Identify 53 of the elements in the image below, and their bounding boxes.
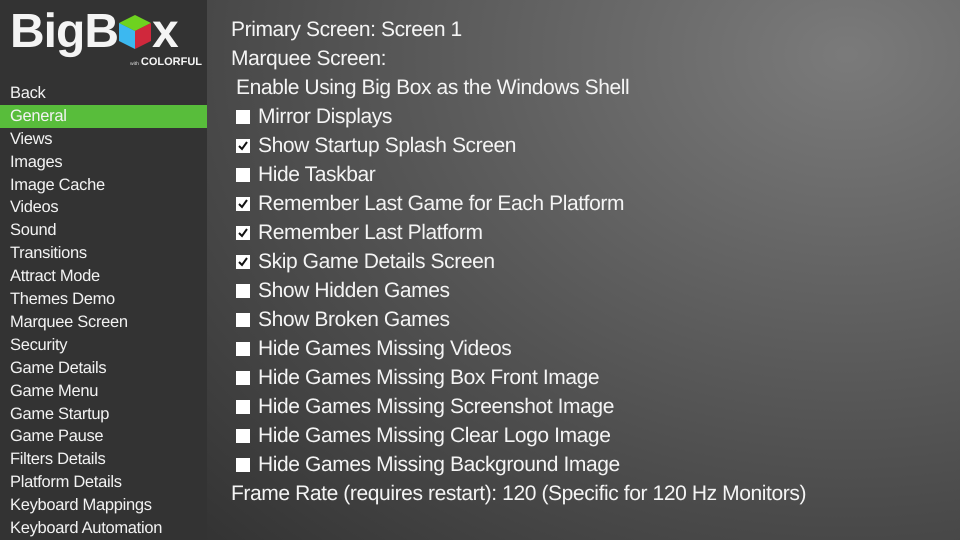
menu-item[interactable]: Videos [0,196,207,220]
menu-item[interactable]: Image Cache [0,174,207,196]
menu-item[interactable]: Security [0,334,207,357]
menu-item[interactable]: Images [0,150,207,174]
checkbox[interactable] [236,138,250,152]
menu-item[interactable]: Themes Demo [0,288,207,311]
menu-item[interactable]: Transitions [0,242,207,266]
menu-item[interactable]: Game Pause [0,425,207,448]
checkbox[interactable] [236,342,250,356]
checkbox-label[interactable]: Hide Games Missing Background Image [258,450,620,479]
checkbox-label[interactable]: Hide Games Missing Box Front Image [258,363,600,392]
checkbox-label[interactable]: Skip Game Details Screen [258,247,495,276]
menu-item[interactable]: Keyboard Automation [0,517,207,540]
checkbox[interactable] [236,168,250,182]
checkbox-label[interactable]: Remember Last Game for Each Platform [258,189,624,218]
checkbox[interactable] [236,428,250,442]
menu-item[interactable]: Attract Mode [0,265,207,288]
menu-item[interactable]: Game Startup [0,402,207,426]
checkbox[interactable] [236,196,250,210]
logo-tagline: COLORFUL [140,55,202,70]
menu-item[interactable]: Game Menu [0,380,207,403]
setting-text[interactable]: Marquee Screen: [231,44,960,73]
menu-item[interactable]: Sound [0,219,207,242]
checkbox[interactable] [236,254,250,268]
checkbox-label[interactable]: Hide Taskbar [258,160,376,189]
checkbox[interactable] [236,284,250,298]
menu-item[interactable]: Views [0,128,207,151]
checkbox[interactable] [236,370,250,384]
checkbox[interactable] [236,110,250,124]
checkbox-label[interactable]: Hide Games Missing Clear Logo Image [258,421,610,450]
logo-text: BigB [10,8,118,56]
checkbox[interactable] [236,458,250,472]
logo-text: x [152,8,178,56]
menu-item[interactable]: Filters Details [0,448,207,472]
setting-text[interactable]: Frame Rate (requires restart): 120 (Specific for 120 Hz Monitors) [231,479,960,508]
checkbox-label[interactable]: Mirror Displays [258,102,392,131]
setting-text[interactable]: Primary Screen: Screen 1 [231,15,960,44]
checkbox-label[interactable]: Show Startup Splash Screen [258,131,516,160]
menu-item[interactable]: Game Details [0,356,207,380]
checkbox-label[interactable]: Show Hidden Games [258,276,450,305]
checkbox[interactable] [236,400,250,414]
cube-icon [118,14,152,50]
menu-item[interactable]: Back [0,82,207,105]
checkbox[interactable] [236,312,250,326]
setting-option[interactable]: Enable Using Big Box as the Windows Shell [231,73,960,102]
checkbox-label[interactable]: Hide Games Missing Videos [258,334,512,363]
checkbox[interactable] [236,226,250,240]
menu-item[interactable]: Platform Details [0,471,207,494]
menu-item[interactable]: Marquee Screen [0,310,207,334]
menu-item[interactable]: Keyboard Mappings [0,494,207,518]
checkbox-label[interactable]: Hide Games Missing Screenshot Image [258,392,614,421]
checkbox-label[interactable]: Remember Last Platform [258,218,483,247]
checkbox-label[interactable]: Show Broken Games [258,305,450,334]
